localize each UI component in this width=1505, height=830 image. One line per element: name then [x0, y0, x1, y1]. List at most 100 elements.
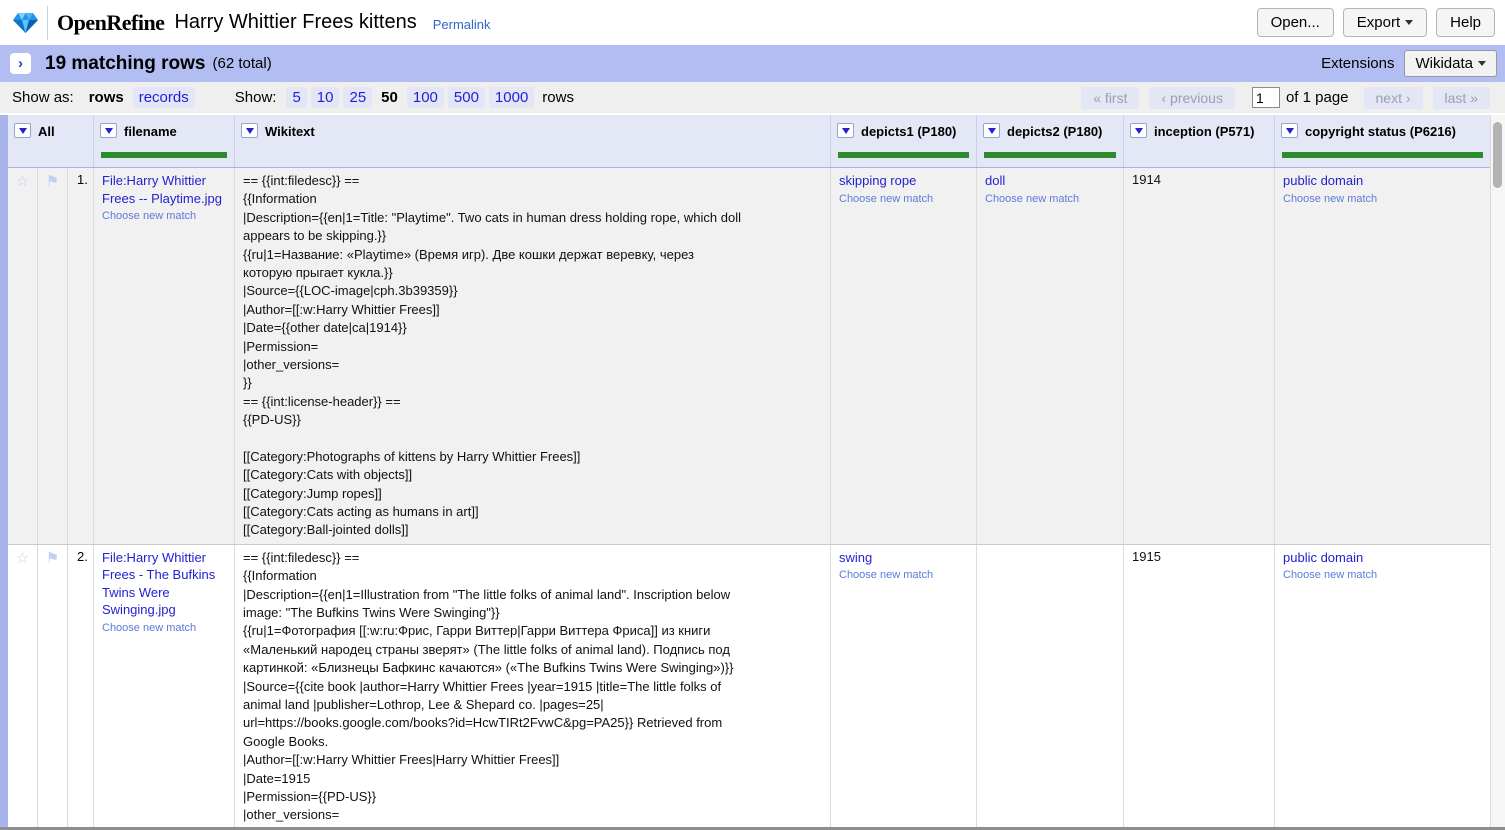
row-controls-cell: ☆ ⚑ 1. — [8, 168, 94, 544]
chevron-down-icon — [1478, 61, 1486, 66]
choose-new-match-link[interactable]: Choose new match — [1283, 569, 1482, 581]
permalink-link[interactable]: Permalink — [433, 17, 491, 32]
show-as-records-option[interactable]: records — [133, 87, 195, 108]
chevron-down-icon — [1405, 20, 1413, 25]
last-page-button[interactable]: last » — [1433, 87, 1490, 109]
app-name: OpenRefine — [57, 10, 164, 36]
total-rows-count: (62 total) — [213, 55, 272, 72]
column-menu-button[interactable] — [14, 123, 31, 138]
wikitext-cell: == {{int:filedesc}} == {{Information |De… — [235, 168, 831, 544]
column-menu-button[interactable] — [100, 123, 117, 138]
row-index: 1. — [68, 168, 93, 544]
depicts2-value-link[interactable]: doll — [985, 172, 1005, 190]
rows-suffix-label: rows — [542, 89, 574, 106]
depicts1-cell: skipping rope Choose new match — [831, 168, 977, 544]
show-as-label: Show as: — [12, 89, 74, 106]
column-header-filename: filename — [94, 115, 235, 167]
column-menu-button[interactable] — [837, 123, 854, 138]
wikidata-extension-button[interactable]: Wikidata — [1404, 50, 1497, 77]
table-left-margin — [0, 115, 8, 827]
summary-bar: › 19 matching rows (62 total) Extensions… — [0, 45, 1505, 82]
of-page-label: of 1 page — [1286, 89, 1349, 106]
inception-cell: 1915 — [1124, 545, 1275, 827]
scrollbar-thumb[interactable] — [1493, 122, 1502, 188]
column-menu-button[interactable] — [983, 123, 1000, 138]
column-header-depicts2: depicts2 (P180) — [977, 115, 1124, 167]
column-header-depicts1: depicts1 (P180) — [831, 115, 977, 167]
depicts2-cell: doll Choose new match — [977, 168, 1124, 544]
page-size-500[interactable]: 500 — [448, 87, 485, 108]
matching-rows-count: 19 matching rows — [45, 53, 206, 75]
depicts2-cell — [977, 545, 1124, 827]
page-size-10[interactable]: 10 — [311, 87, 340, 108]
column-menu-button[interactable] — [1281, 123, 1298, 138]
filename-link[interactable]: File:Harry Whittier Frees - The Bufkins … — [102, 549, 226, 619]
data-table: All filename Wikitext depicts1 (P180) de… — [0, 115, 1505, 827]
row-index: 2. — [68, 545, 93, 827]
reconciliation-progress-bar — [1282, 152, 1483, 158]
column-menu-button[interactable] — [241, 123, 258, 138]
copyright-status-cell: public domain Choose new match — [1275, 168, 1490, 544]
choose-new-match-link[interactable]: Choose new match — [985, 193, 1115, 205]
column-header-all: All — [8, 115, 94, 167]
column-header-inception: inception (P571) — [1124, 115, 1275, 167]
flag-icon[interactable]: ⚑ — [38, 168, 68, 544]
collapse-sidebar-button[interactable]: › — [10, 53, 31, 74]
dropdown-triangle-icon — [19, 128, 27, 134]
page-number-input[interactable] — [1252, 87, 1280, 108]
dropdown-triangle-icon — [842, 128, 850, 134]
filename-link[interactable]: File:Harry Whittier Frees -- Playtime.jp… — [102, 172, 226, 207]
star-icon[interactable]: ☆ — [8, 545, 38, 827]
show-label: Show: — [235, 89, 277, 106]
reconciliation-progress-bar — [984, 152, 1116, 158]
project-title: Harry Whittier Frees kittens — [174, 11, 416, 34]
choose-new-match-link[interactable]: Choose new match — [1283, 193, 1482, 205]
dropdown-triangle-icon — [105, 128, 113, 134]
column-header-wikitext: Wikitext — [235, 115, 831, 167]
page-size-50-selected[interactable]: 50 — [376, 87, 403, 108]
reconciliation-progress-bar — [838, 152, 969, 158]
help-button[interactable]: Help — [1436, 8, 1495, 37]
inception-cell: 1914 — [1124, 168, 1275, 544]
filename-cell: File:Harry Whittier Frees -- Playtime.jp… — [94, 168, 235, 544]
next-page-button[interactable]: next › — [1364, 87, 1423, 109]
open-button[interactable]: Open... — [1257, 8, 1334, 37]
column-menu-button[interactable] — [1130, 123, 1147, 138]
filename-cell: File:Harry Whittier Frees - The Bufkins … — [94, 545, 235, 827]
export-button[interactable]: Export — [1343, 8, 1427, 37]
copyright-value-link[interactable]: public domain — [1283, 172, 1363, 190]
logo-divider — [47, 6, 48, 40]
previous-page-button[interactable]: ‹ previous — [1149, 87, 1234, 109]
reconciliation-progress-bar — [101, 152, 227, 158]
view-options-bar: Show as: rows records Show: 5 10 25 50 1… — [0, 82, 1505, 113]
star-icon[interactable]: ☆ — [8, 168, 38, 544]
choose-new-match-link[interactable]: Choose new match — [102, 622, 226, 634]
dropdown-triangle-icon — [246, 128, 254, 134]
openrefine-logo-icon — [12, 11, 39, 35]
page-size-5[interactable]: 5 — [286, 87, 306, 108]
depicts1-cell: swing Choose new match — [831, 545, 977, 827]
first-page-button[interactable]: « first — [1081, 87, 1139, 109]
table-row: ☆ ⚑ 1. File:Harry Whittier Frees -- Play… — [8, 168, 1490, 545]
flag-icon[interactable]: ⚑ — [38, 545, 68, 827]
vertical-scrollbar[interactable] — [1490, 115, 1505, 827]
depicts1-value-link[interactable]: swing — [839, 549, 872, 567]
choose-new-match-link[interactable]: Choose new match — [102, 210, 226, 222]
table-header-row: All filename Wikitext depicts1 (P180) de… — [8, 115, 1490, 168]
copyright-status-cell: public domain Choose new match — [1275, 545, 1490, 827]
page-size-100[interactable]: 100 — [407, 87, 444, 108]
show-as-rows-option[interactable]: rows — [84, 87, 129, 108]
dropdown-triangle-icon — [1286, 128, 1294, 134]
depicts1-value-link[interactable]: skipping rope — [839, 172, 916, 190]
page-size-25[interactable]: 25 — [343, 87, 372, 108]
copyright-value-link[interactable]: public domain — [1283, 549, 1363, 567]
choose-new-match-link[interactable]: Choose new match — [839, 569, 968, 581]
extensions-label: Extensions — [1321, 55, 1394, 72]
dropdown-triangle-icon — [988, 128, 996, 134]
page-size-1000[interactable]: 1000 — [489, 87, 534, 108]
top-bar: OpenRefine Harry Whittier Frees kittens … — [0, 0, 1505, 45]
table-row: ☆ ⚑ 2. File:Harry Whittier Frees - The B… — [8, 545, 1490, 827]
row-controls-cell: ☆ ⚑ 2. — [8, 545, 94, 827]
wikitext-cell: == {{int:filedesc}} == {{Information |De… — [235, 545, 831, 827]
choose-new-match-link[interactable]: Choose new match — [839, 193, 968, 205]
